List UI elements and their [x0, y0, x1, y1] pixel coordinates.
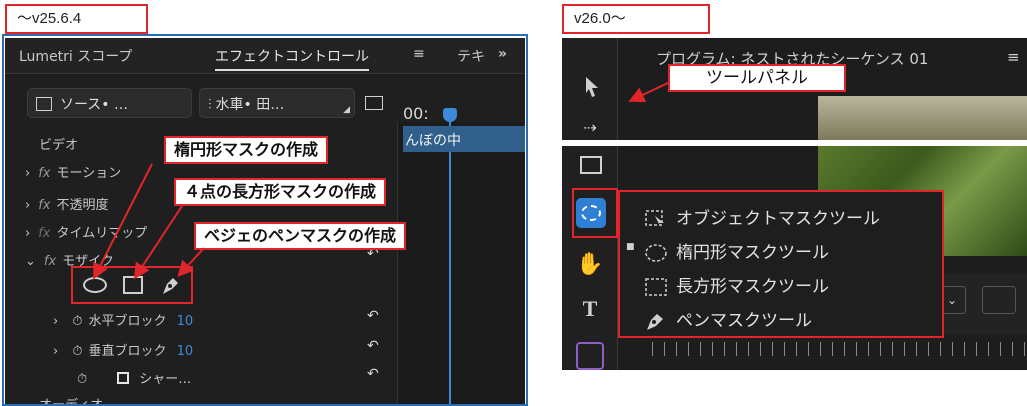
selected-bullet: ■: [626, 242, 635, 252]
mask-tools-menu: オブジェクトマスクツール ■ 楕円形マスクツール 長方形マスクツール ペンマスク…: [618, 190, 944, 338]
ellipse-mask-icon: [645, 244, 667, 262]
callout-arrows: [93, 163, 205, 280]
safe-margin-button[interactable]: [982, 286, 1016, 314]
pen-mask-icon: [647, 314, 663, 330]
tool-panel: ✋ T: [562, 146, 618, 370]
menu-item-rect-mask[interactable]: 長方形マスクツール: [644, 272, 829, 297]
menu-item-object-mask[interactable]: オブジェクトマスクツール: [644, 204, 880, 229]
mask-tool-highlight: [572, 188, 618, 238]
version-label-new: v26.0～: [562, 4, 710, 34]
remix-tool-icon[interactable]: [576, 342, 604, 370]
tool-panel-arrow: [628, 81, 671, 103]
type-tool-icon[interactable]: T: [576, 296, 604, 322]
object-mask-icon: [645, 210, 664, 228]
menu-item-label: 楕円形マスクツール: [676, 243, 829, 263]
video-preview: [818, 96, 1027, 140]
track-select-tool-icon[interactable]: ⇢: [576, 118, 604, 137]
panel-menu-icon[interactable]: ≡: [1007, 48, 1020, 66]
menu-item-label: ペンマスクツール: [676, 311, 812, 331]
rectangle-tool-icon[interactable]: [580, 156, 602, 174]
menu-item-label: 長方形マスクツール: [676, 277, 829, 297]
selection-tool-icon[interactable]: [584, 76, 600, 98]
menu-item-pen-mask[interactable]: ペンマスクツール: [644, 306, 812, 331]
rectangle-mask-icon: [645, 278, 667, 296]
menu-item-label: オブジェクトマスクツール: [676, 209, 880, 229]
time-ruler: [652, 342, 1027, 356]
callout-tool-panel: ツールパネル: [668, 64, 846, 92]
hand-tool-icon[interactable]: ✋: [576, 252, 604, 277]
menu-item-ellipse-mask[interactable]: 楕円形マスクツール: [644, 238, 829, 263]
